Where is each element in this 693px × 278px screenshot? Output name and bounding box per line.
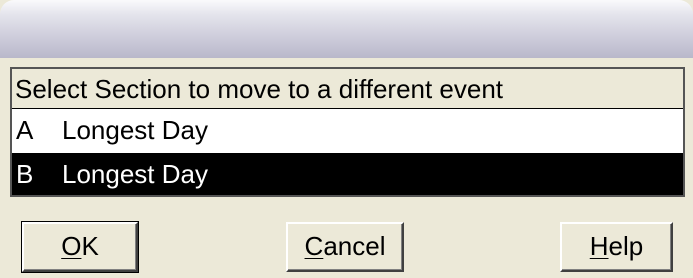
ok-mnemonic: O [61,231,82,261]
button-row: OK Cancel Help [0,221,693,274]
cancel-button-label: Cancel [305,224,386,268]
ok-button-label: OK [61,224,99,268]
cancel-mnemonic: C [304,231,324,261]
list-header: Select Section to move to a different ev… [12,69,683,109]
help-label-rest: elp [608,231,644,261]
list-item-name: Longest Day [62,159,208,189]
title-bar[interactable] [0,0,693,58]
ok-label-rest: K [81,231,99,261]
help-mnemonic: H [589,231,609,261]
dialog-body: Select Section to move to a different ev… [0,58,693,278]
list-item-letter: B [16,159,34,189]
cancel-label-rest: ancel [323,231,386,261]
list-item-a[interactable]: A Longest Day [12,109,683,151]
help-button-label: Help [590,224,643,268]
list-item-b[interactable]: B Longest Day [12,153,683,195]
cancel-button[interactable]: Cancel [286,222,404,272]
list-item-name: Longest Day [62,115,208,145]
list-item-letter: A [16,115,34,145]
move-section-dialog: Select Section to move to a different ev… [0,0,693,278]
ok-button[interactable]: OK [21,221,139,273]
help-button[interactable]: Help [560,222,673,272]
section-listbox[interactable]: Select Section to move to a different ev… [10,67,685,197]
